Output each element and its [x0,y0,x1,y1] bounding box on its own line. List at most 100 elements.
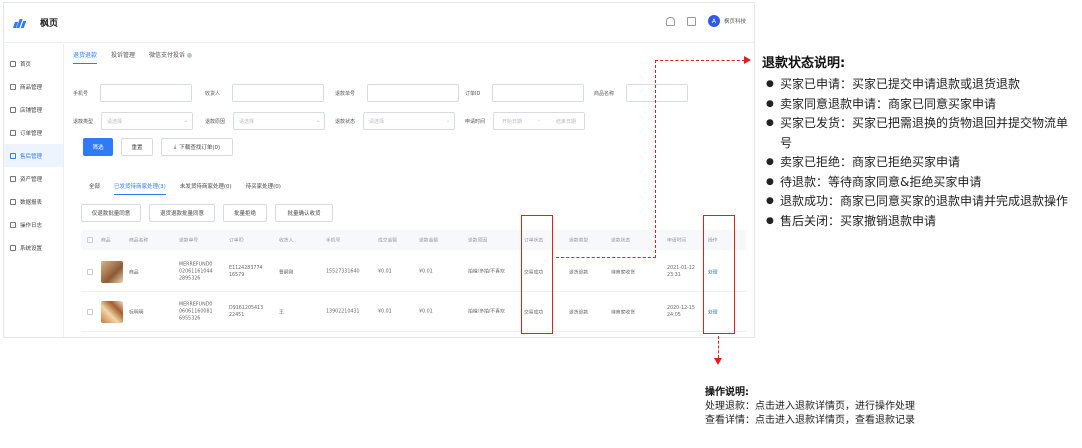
sidebar: 首页 商品管理 店铺管理 订单管理 售后管理 资产管理 数据报表 操作日志 系统… [4,44,64,337]
col-header: 申请时间 [667,238,687,244]
app-window: 枫页 A 枫页科技 首页 商品管理 店铺管理 订单管理 售后管理 资产管理 数据… [3,2,755,338]
box-icon [10,83,16,90]
cell-type: 退货退款 [569,270,589,275]
bell-icon[interactable] [665,16,675,26]
subtab-buyer-pending[interactable]: 待买家处理(0) [246,182,281,195]
subtab-all[interactable]: 全部 [89,182,100,195]
subtab-unshipped-pending[interactable]: 未发货待商家处理(0) [180,182,232,195]
sidebar-item-logs[interactable]: 操作日志 [4,213,63,236]
refund-type-select[interactable]: 请选择 ⌄ [101,112,194,130]
col-header: 成交金额 [378,238,398,244]
top-right-tools: A 枫页科技 [665,15,746,27]
date-range-picker[interactable]: 开始日期 - 结束日期 [493,112,586,130]
cell-refund: ¥0.01 [419,269,433,274]
sidebar-item-shop[interactable]: 店铺管理 [4,98,63,121]
filter-label: 申请时间 [465,118,486,125]
row-checkbox[interactable] [87,268,93,275]
filter-label: 收货人 [205,90,221,97]
cell-reason: 拍错/多拍/不喜欢 [468,269,505,274]
tab-complaints[interactable]: 投诉管理 [111,50,135,64]
avatar: A [707,15,720,27]
col-header: 退款状态 [611,238,631,244]
row-checkbox[interactable] [87,308,93,315]
sidebar-item-label: 系统设置 [20,245,43,252]
product-name-input[interactable] [626,84,689,102]
batch-refund-approve-button[interactable]: 仅退款批量同意 [81,204,141,222]
select-placeholder: 请选择 [239,118,255,125]
cell-reason: 拍错/多拍/不喜欢 [468,309,505,314]
arrow-right-icon [744,56,751,64]
date-end: 结束日期 [555,118,576,125]
cell-receiver: 曹嗣刚 [279,270,294,275]
note-item: 退款成功：商家已同意买家的退款申请并完成退款操作 [766,192,1078,212]
sidebar-item-label: 首页 [20,61,32,68]
download-label: 下载查找订单(0) [179,145,221,151]
log-icon [10,221,16,228]
filter-label: 退款单号 [335,90,356,97]
batch-reject-button[interactable]: 批量拒绝 [223,204,267,222]
operation-note-title: 操作说明: [705,387,749,398]
top-tabs: 退货退款 投诉管理 微信支付投诉 [73,50,193,64]
cell-deal: ¥0.01 [378,269,392,274]
refund-no-input[interactable] [367,84,460,102]
filter-button[interactable]: 筛选 [83,138,113,156]
action-column-highlight [703,215,735,334]
annotation-connector [552,257,553,259]
cell-name: 标明明 [129,310,144,315]
top-bar: 枫页 A 枫页科技 [4,3,754,43]
refund-reason-select[interactable]: 请选择 ⌄ [233,112,326,130]
refund-status-select[interactable]: 请选择 ⌄ [363,112,456,130]
annotation-connector [556,257,656,258]
sidebar-item-orders[interactable]: 订单管理 [4,121,63,144]
note-item: 买家已申请：买家已提交申请退款或退货退款 [766,75,1078,95]
operation-note-line: 处理退款：点击进入退款详情页，进行操作处理 [705,401,915,412]
sidebar-item-settings[interactable]: 系统设置 [4,236,63,259]
cell-phone: 15527331640 [326,269,360,274]
cell-name: 商品 [129,270,139,275]
cell-type: 退货退款 [569,310,589,315]
note-item: 买家已发货：买家已把需退换的货物退回并提交物流单号 [766,114,1078,153]
order-id-input[interactable] [492,84,585,102]
cell-refund-no: MERREFUND0 06061160081 6955326 [179,302,213,321]
filter-label: 订单ID [465,90,481,97]
asset-icon [10,175,16,182]
date-separator: - [538,118,540,124]
col-header: 收货人 [279,238,294,244]
table-row: 标明明 MERREFUND0 06061160081 6955326 D9161… [81,292,746,332]
sidebar-item-products[interactable]: 商品管理 [4,75,63,98]
sidebar-item-label: 售后管理 [20,153,43,160]
date-start: 开始日期 [502,118,523,125]
sidebar-item-assets[interactable]: 资产管理 [4,167,63,190]
operation-note-line: 查看详情：点击进入退款详情页，查看退款记录 [705,415,915,426]
batch-confirm-receipt-button[interactable]: 批量确认收货 [275,204,333,222]
select-all-checkbox[interactable] [87,237,93,243]
screen-icon[interactable] [686,16,696,26]
sidebar-item-after-sale[interactable]: 售后管理 [4,144,63,167]
reset-button[interactable]: 重置 [121,138,153,156]
product-thumbnail [101,301,123,323]
sidebar-item-home[interactable]: 首页 [4,52,63,75]
phone-input[interactable] [100,84,193,102]
main-content: 退货退款 投诉管理 微信支付投诉 手机号 收货人 退款单号 订单ID 商品名称 … [65,44,754,337]
user-menu[interactable]: A 枫页科技 [707,15,746,27]
help-icon [187,53,193,58]
subtab-shipped-pending[interactable]: 已发货待商家处理(3) [114,182,166,195]
logo-icon [12,18,30,28]
download-button[interactable]: ⤓ 下载查找订单(0) [161,138,233,156]
filter-refund-type: 退款类型 请选择 ⌄ [73,112,194,130]
tab-label: 微信支付投诉 [149,52,186,59]
sidebar-item-reports[interactable]: 数据报表 [4,190,63,213]
annotation-connector [718,336,719,358]
col-header: 退款类型 [569,238,589,244]
tab-refund[interactable]: 退货退款 [73,50,98,64]
cell-status: 待商家收货 [611,310,635,315]
filter-refund-no: 退款单号 [335,84,460,102]
user-name: 枫页科技 [723,19,746,25]
batch-return-approve-button[interactable]: 退货退款批量同意 [149,204,215,222]
filter-receiver: 收货人 [205,84,325,102]
tab-wechat-complaints[interactable]: 微信支付投诉 [149,50,193,64]
chevron-down-icon: ⌄ [183,118,189,124]
filter-product-name: 商品名称 [594,84,689,102]
table-row: 商品 MERREFUND0 02061161044 2895326 E11242… [81,252,746,292]
receiver-input[interactable] [232,84,325,102]
